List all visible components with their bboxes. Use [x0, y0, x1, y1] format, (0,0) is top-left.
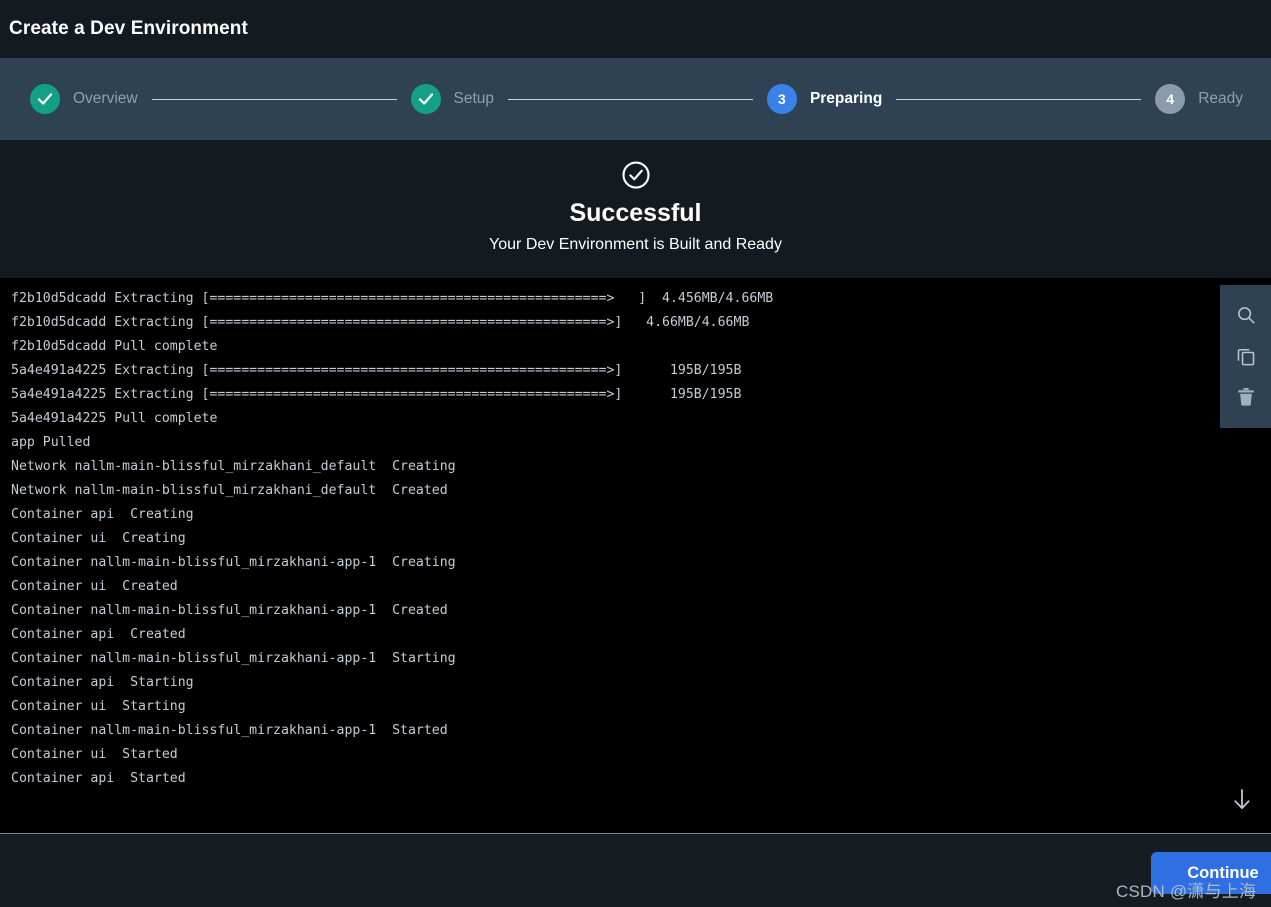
delete-log-button[interactable] — [1225, 376, 1267, 417]
build-log-line: Container ui Created — [11, 579, 178, 594]
build-log-line: f2b10d5dcadd Extracting [===============… — [11, 291, 774, 306]
check-circle-icon — [621, 160, 651, 190]
build-log-line: 5a4e491a4225 Extracting [===============… — [11, 363, 742, 378]
step-1-circle — [30, 84, 60, 114]
search-icon — [1235, 304, 1257, 326]
stepper-connector-1 — [151, 98, 397, 100]
stepper-step-ready[interactable]: 4 Ready — [1155, 84, 1243, 114]
status-panel: Successful Your Dev Environment is Built… — [0, 140, 1271, 278]
build-log-line: Container ui Starting — [11, 699, 186, 714]
stepper-step-setup-label: Setup — [453, 90, 495, 107]
build-log-line: Network nallm-main-blissful_mirzakhani_d… — [11, 459, 456, 474]
window-titlebar: Create a Dev Environment — [0, 0, 1271, 58]
check-icon — [36, 90, 54, 108]
build-log-lines: f2b10d5dcadd Extracting [===============… — [11, 287, 1271, 791]
stepper-step-setup[interactable]: Setup — [410, 84, 495, 114]
build-log-line: f2b10d5dcadd Pull complete — [11, 339, 218, 354]
stepper-connector-3 — [896, 98, 1142, 100]
build-log-line: Container nallm-main-blissful_mirzakhani… — [11, 651, 456, 666]
stepper-step-preparing[interactable]: 3 Preparing — [766, 84, 883, 114]
stepper-step-preparing-label: Preparing — [809, 90, 883, 107]
build-log-line: Container api Creating — [11, 507, 194, 522]
build-log-line: app Pulled — [11, 435, 91, 450]
step-3-number: 3 — [778, 91, 786, 107]
status-subtitle: Your Dev Environment is Built and Ready — [489, 236, 782, 253]
stepper-step-overview-label: Overview — [73, 90, 138, 107]
wizard-footer: Continue — [0, 833, 1271, 907]
stepper-step-ready-label: Ready — [1198, 90, 1244, 107]
build-log-line: Network nallm-main-blissful_mirzakhani_d… — [11, 483, 448, 498]
build-log-line: Container nallm-main-blissful_mirzakhani… — [11, 723, 448, 738]
build-log-line: 5a4e491a4225 Extracting [===============… — [11, 387, 742, 402]
build-log-line: Container api Started — [11, 771, 186, 786]
stepper-step-overview[interactable]: Overview — [30, 84, 138, 114]
continue-button[interactable]: Continue — [1151, 852, 1271, 894]
build-log-line: 5a4e491a4225 Pull complete — [11, 411, 218, 426]
copy-log-button[interactable] — [1225, 335, 1267, 376]
build-log-line: Container ui Started — [11, 747, 178, 762]
build-log-line: Container ui Creating — [11, 531, 186, 546]
build-log-line: Container nallm-main-blissful_mirzakhani… — [11, 603, 448, 618]
search-log-button[interactable] — [1225, 294, 1267, 335]
build-log-line: Container api Created — [11, 627, 186, 642]
step-4-number: 4 — [1166, 91, 1175, 107]
status-title: Successful — [569, 199, 702, 227]
build-log-line: f2b10d5dcadd Extracting [===============… — [11, 315, 750, 330]
wizard-stepper: Overview Setup 3 Preparing 4 Ready — [0, 58, 1271, 140]
stepper-connector-2 — [508, 98, 753, 100]
step-2-circle — [410, 84, 441, 114]
page-title: Create a Dev Environment — [9, 18, 248, 39]
step-4-circle: 4 — [1155, 84, 1186, 114]
build-log-line: Container api Starting — [11, 675, 194, 690]
terminal-tool-panel — [1220, 285, 1271, 428]
step-3-circle: 3 — [766, 84, 797, 114]
arrow-down-icon — [1229, 786, 1255, 812]
scroll-to-bottom-button[interactable] — [1228, 785, 1256, 813]
check-icon — [417, 90, 435, 108]
build-log-terminal[interactable]: f2b10d5dcadd Extracting [===============… — [0, 278, 1271, 833]
dev-environment-wizard: Create a Dev Environment Overview Setup … — [0, 0, 1271, 907]
trash-icon — [1235, 386, 1257, 408]
build-log-line: Container nallm-main-blissful_mirzakhani… — [11, 555, 456, 570]
copy-icon — [1235, 345, 1257, 367]
